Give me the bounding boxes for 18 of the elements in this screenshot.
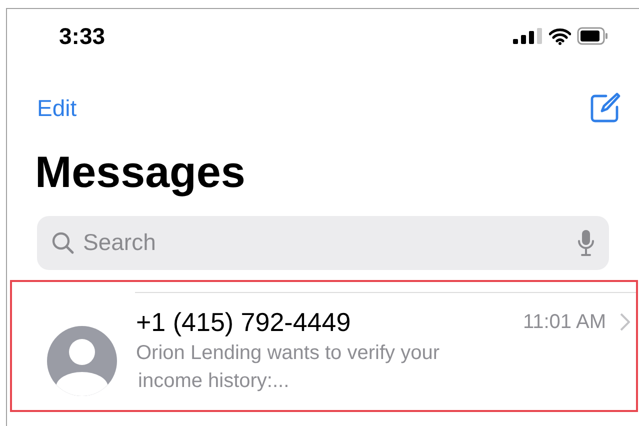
- message-preview: Orion Lending wants to verify your: [136, 340, 440, 366]
- wifi-icon: [549, 28, 571, 44]
- search-icon: [51, 230, 75, 254]
- conversation-row[interactable]: +1 (415) 792-4449 11:01 AM Orion Lending wants to verify your income history:...: [10, 280, 638, 412]
- compose-icon[interactable]: [589, 92, 621, 124]
- contact-name: +1 (415) 792-4449: [136, 306, 352, 336]
- page-title: Messages: [34, 148, 246, 198]
- signal-icon: [513, 28, 543, 44]
- battery-icon: [577, 27, 609, 45]
- microphone-icon[interactable]: [577, 228, 595, 256]
- message-preview: income history:...: [138, 368, 290, 394]
- message-time: 11:01 AM: [522, 310, 606, 334]
- status-time: 3:33: [59, 22, 106, 51]
- chevron-icon: [620, 312, 630, 330]
- edit-button[interactable]: Edit: [37, 91, 77, 126]
- search-field[interactable]: Search: [83, 225, 577, 260]
- avatar-icon: [46, 324, 118, 396]
- search-bar[interactable]: Search: [37, 216, 609, 270]
